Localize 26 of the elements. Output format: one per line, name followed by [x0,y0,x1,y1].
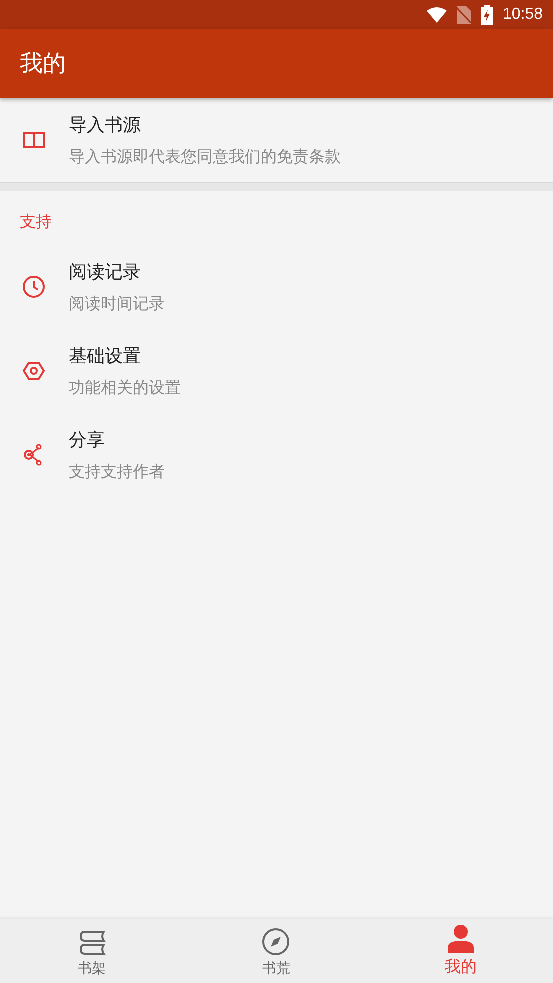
nav-tab[interactable]: 书架 [0,919,184,983]
section-header: 支持 [19,211,52,233]
nav-tab[interactable]: 我的 [368,919,553,983]
compass-icon [262,928,290,956]
menu-item[interactable]: 阅读记录 阅读时间记录 [0,245,553,329]
status-time: 10:58 [502,6,543,24]
nav-tab[interactable]: 书荒 [184,919,369,983]
menu-item[interactable]: 导入书源 导入书源即代表您同意我们的免责条款 [0,98,553,182]
item-subtitle: 阅读时间记录 [69,294,165,314]
battery-charging-icon [480,4,493,24]
person-icon [448,925,474,953]
item-subtitle: 支持支持作者 [69,462,165,482]
item-title: 阅读记录 [69,260,142,284]
menu-item[interactable]: 基础设置 功能相关的设置 [0,329,553,413]
item-subtitle: 导入书源即代表您同意我们的免责条款 [69,146,341,168]
item-title: 分享 [69,428,106,452]
clock-icon [22,275,46,299]
item-title: 基础设置 [69,344,142,368]
wifi-icon [426,6,447,22]
no-sim-icon [456,6,471,24]
menu-item[interactable]: 分享 支持支持作者 [0,413,553,497]
hexagon-icon [22,359,46,383]
books-icon [78,930,106,956]
item-title: 导入书源 [69,114,142,136]
item-subtitle: 功能相关的设置 [69,378,181,398]
page-title: 我的 [20,50,66,79]
